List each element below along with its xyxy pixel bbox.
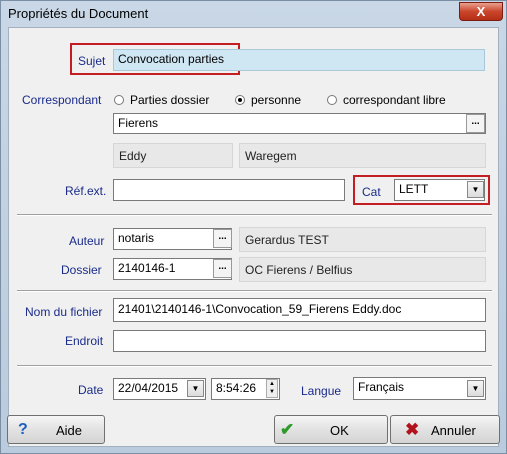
endroit-label: Endroit [65,334,104,348]
auteur-browse-button[interactable]: ... [213,229,232,248]
cat-value: LETT [399,182,429,196]
date-label: Date [78,383,104,397]
radio-correspondant-libre[interactable] [327,95,337,105]
dossier-label: Dossier [61,263,102,277]
endroit-input[interactable] [113,330,486,352]
radio-parties-dossier-label: Parties dossier [130,93,210,107]
correspondant-firstname: Eddy [113,143,233,168]
window-title: Propriétés du Document [8,6,149,21]
sujet-value: Convocation parties [118,52,225,66]
radio-correspondant-libre-label: correspondant libre [343,93,446,107]
langue-dropdown-icon[interactable]: ▼ [467,380,484,397]
radio-parties-dossier[interactable] [114,95,124,105]
dialog-window: Propriétés du Document X Sujet Convocati… [0,0,507,454]
refext-label: Réf.ext. [65,184,107,198]
separator [17,290,492,292]
cat-dropdown-icon[interactable]: ▼ [467,181,484,198]
dossier-browse-button[interactable]: ... [213,259,232,278]
cancel-button-label: Annuler [431,423,476,438]
cancel-x-icon: ✖ [405,420,420,439]
checkmark-icon: ✔ [280,420,295,439]
correspondant-browse-button[interactable]: ... [466,114,485,133]
date-value: 22/04/2015 [118,381,179,395]
fichier-label: Nom du fichier [25,305,103,319]
ok-button[interactable]: ✔ OK [274,415,388,444]
refext-input[interactable] [113,179,345,201]
close-button[interactable]: X [459,2,503,21]
help-icon: ? [18,421,28,438]
correspondant-city: Waregem [239,143,486,168]
langue-label: Langue [301,384,342,398]
time-value: 8:54:26 [216,381,257,395]
time-spinner[interactable]: ▲ ▼ [266,379,278,398]
langue-value: Français [358,380,405,394]
sujet-label: Sujet [78,54,106,68]
correspondant-name: Fierens [118,116,159,130]
help-button-label: Aide [56,423,83,438]
separator [17,365,492,367]
auteur-name: Gerardus TEST [239,227,486,252]
separator [17,214,492,216]
auteur-label: Auteur [69,234,105,248]
title-bar: Propriétés du Document X [1,1,506,27]
dialog-body: Sujet Convocation parties Correspondant … [7,27,500,447]
correspondant-label: Correspondant [22,93,102,107]
auteur-value: notaris [118,231,155,245]
help-button[interactable]: ? Aide [7,415,105,444]
fichier-value: 21401\2140146-1\Convocation_59_Fierens E… [118,302,402,316]
cancel-button[interactable]: ✖ Annuler [390,415,500,444]
cat-label: Cat [362,185,381,199]
radio-personne[interactable] [235,95,245,105]
date-dropdown-icon[interactable]: ▼ [187,380,204,397]
dossier-description: OC Fierens / Belfius [239,257,486,282]
correspondant-input[interactable]: Fierens [113,113,486,134]
sujet-input[interactable]: Convocation parties [113,49,485,71]
radio-personne-label: personne [251,93,302,107]
fichier-input[interactable]: 21401\2140146-1\Convocation_59_Fierens E… [113,298,486,322]
dossier-value: 2140146-1 [118,261,176,275]
ok-button-label: OK [330,423,349,438]
